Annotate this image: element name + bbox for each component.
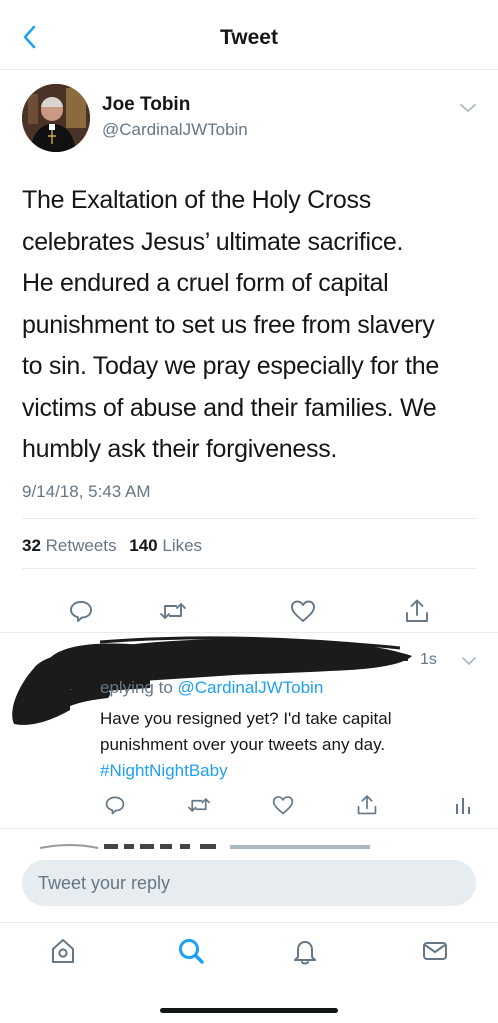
tweet-text-line: victims of abuse and their families. We	[22, 393, 437, 422]
tweet-text: The Exaltation of the Holy Cross celebra…	[22, 180, 482, 471]
home-indicator[interactable]	[160, 1008, 338, 1013]
divider	[0, 828, 498, 829]
notifications-icon	[294, 941, 316, 965]
avatar[interactable]	[22, 84, 90, 152]
tab-home[interactable]	[46, 934, 80, 968]
tweet-text-line: celebrates Jesus’ ultimate sacrifice.	[22, 227, 404, 256]
tweet-text-line: The Exaltation of the Holy Cross	[22, 186, 371, 214]
reply-menu-button[interactable]	[458, 652, 480, 670]
reply-compose[interactable]	[22, 860, 476, 906]
next-reply-peek	[39, 844, 370, 849]
chevron-down-icon	[460, 104, 476, 112]
tweet-text-line: punishment to set us free from slavery	[22, 310, 435, 339]
avatar-image	[22, 84, 90, 152]
tab-messages[interactable]	[418, 934, 452, 968]
reply-input[interactable]	[22, 860, 476, 906]
hashtag-link[interactable]: #NightNightBaby	[100, 758, 480, 784]
header: Tweet	[0, 0, 498, 70]
author-name[interactable]: Joe Tobin	[102, 94, 190, 116]
search-icon	[179, 939, 204, 964]
likes-label: Likes	[162, 536, 203, 555]
reply-analytics-button[interactable]	[450, 792, 476, 818]
reply-reply-button[interactable]	[102, 792, 128, 818]
reply-tweet[interactable]: 1s eplying to @CardinalJWTobin Have you …	[0, 632, 498, 832]
share-button[interactable]	[402, 596, 432, 626]
tweet-timestamp: 9/14/18, 5:43 AM	[22, 482, 151, 501]
retweets-stat[interactable]: 32 Retweets	[22, 536, 121, 555]
reply-actions	[0, 790, 498, 820]
home-icon	[52, 939, 74, 963]
tweet-menu-button[interactable]	[456, 98, 480, 118]
tweet-actions	[0, 590, 498, 630]
divider	[22, 568, 476, 569]
likes-stat[interactable]: 140 Likes	[129, 536, 202, 555]
retweets-count: 32	[22, 536, 41, 555]
retweet-button[interactable]	[158, 596, 188, 626]
page-title: Tweet	[220, 26, 278, 49]
like-button[interactable]	[288, 596, 318, 626]
tab-notifications[interactable]	[288, 934, 322, 968]
reply-button[interactable]	[66, 596, 96, 626]
replying-to: eplying to @CardinalJWTobin	[100, 678, 323, 698]
reply-text-line: Have you resigned yet? I'd take capital	[100, 709, 392, 728]
tab-bar	[0, 922, 498, 982]
share-icon	[406, 599, 428, 622]
chevron-down-icon	[462, 657, 476, 665]
replying-to-handle[interactable]: @CardinalJWTobin	[178, 678, 324, 697]
retweets-label: Retweets	[45, 536, 117, 555]
reply-icon	[70, 601, 92, 622]
tweet-stats: 32 Retweets 140 Likes	[22, 536, 210, 556]
retweet-icon	[188, 798, 210, 812]
reply-text-line: punishment over your tweets any day.	[100, 735, 386, 754]
reply-icon	[105, 796, 125, 815]
reply-text: Have you resigned yet? I'd take capital …	[100, 706, 480, 784]
retweet-icon	[160, 603, 186, 619]
tweet-text-line: to sin. Today we pray especially for the	[22, 352, 439, 380]
messages-icon	[423, 942, 447, 960]
reply-retweet-button[interactable]	[186, 792, 212, 818]
tab-search[interactable]	[174, 934, 208, 968]
tweet-text-line: humbly ask their forgiveness.	[22, 435, 338, 463]
like-icon	[291, 600, 315, 622]
reply-like-button[interactable]	[270, 792, 296, 818]
tweet-text-line: He endured a cruel form of capital	[22, 269, 389, 297]
author-handle[interactable]: @CardinalJWTobin	[102, 120, 248, 140]
share-icon	[357, 795, 377, 815]
reply-timestamp: 1s	[420, 651, 437, 668]
likes-count: 140	[129, 536, 158, 555]
divider	[22, 518, 476, 519]
replying-to-label: eplying to	[100, 678, 173, 697]
reply-share-button[interactable]	[354, 792, 380, 818]
analytics-icon	[456, 798, 470, 814]
like-icon	[272, 796, 294, 815]
